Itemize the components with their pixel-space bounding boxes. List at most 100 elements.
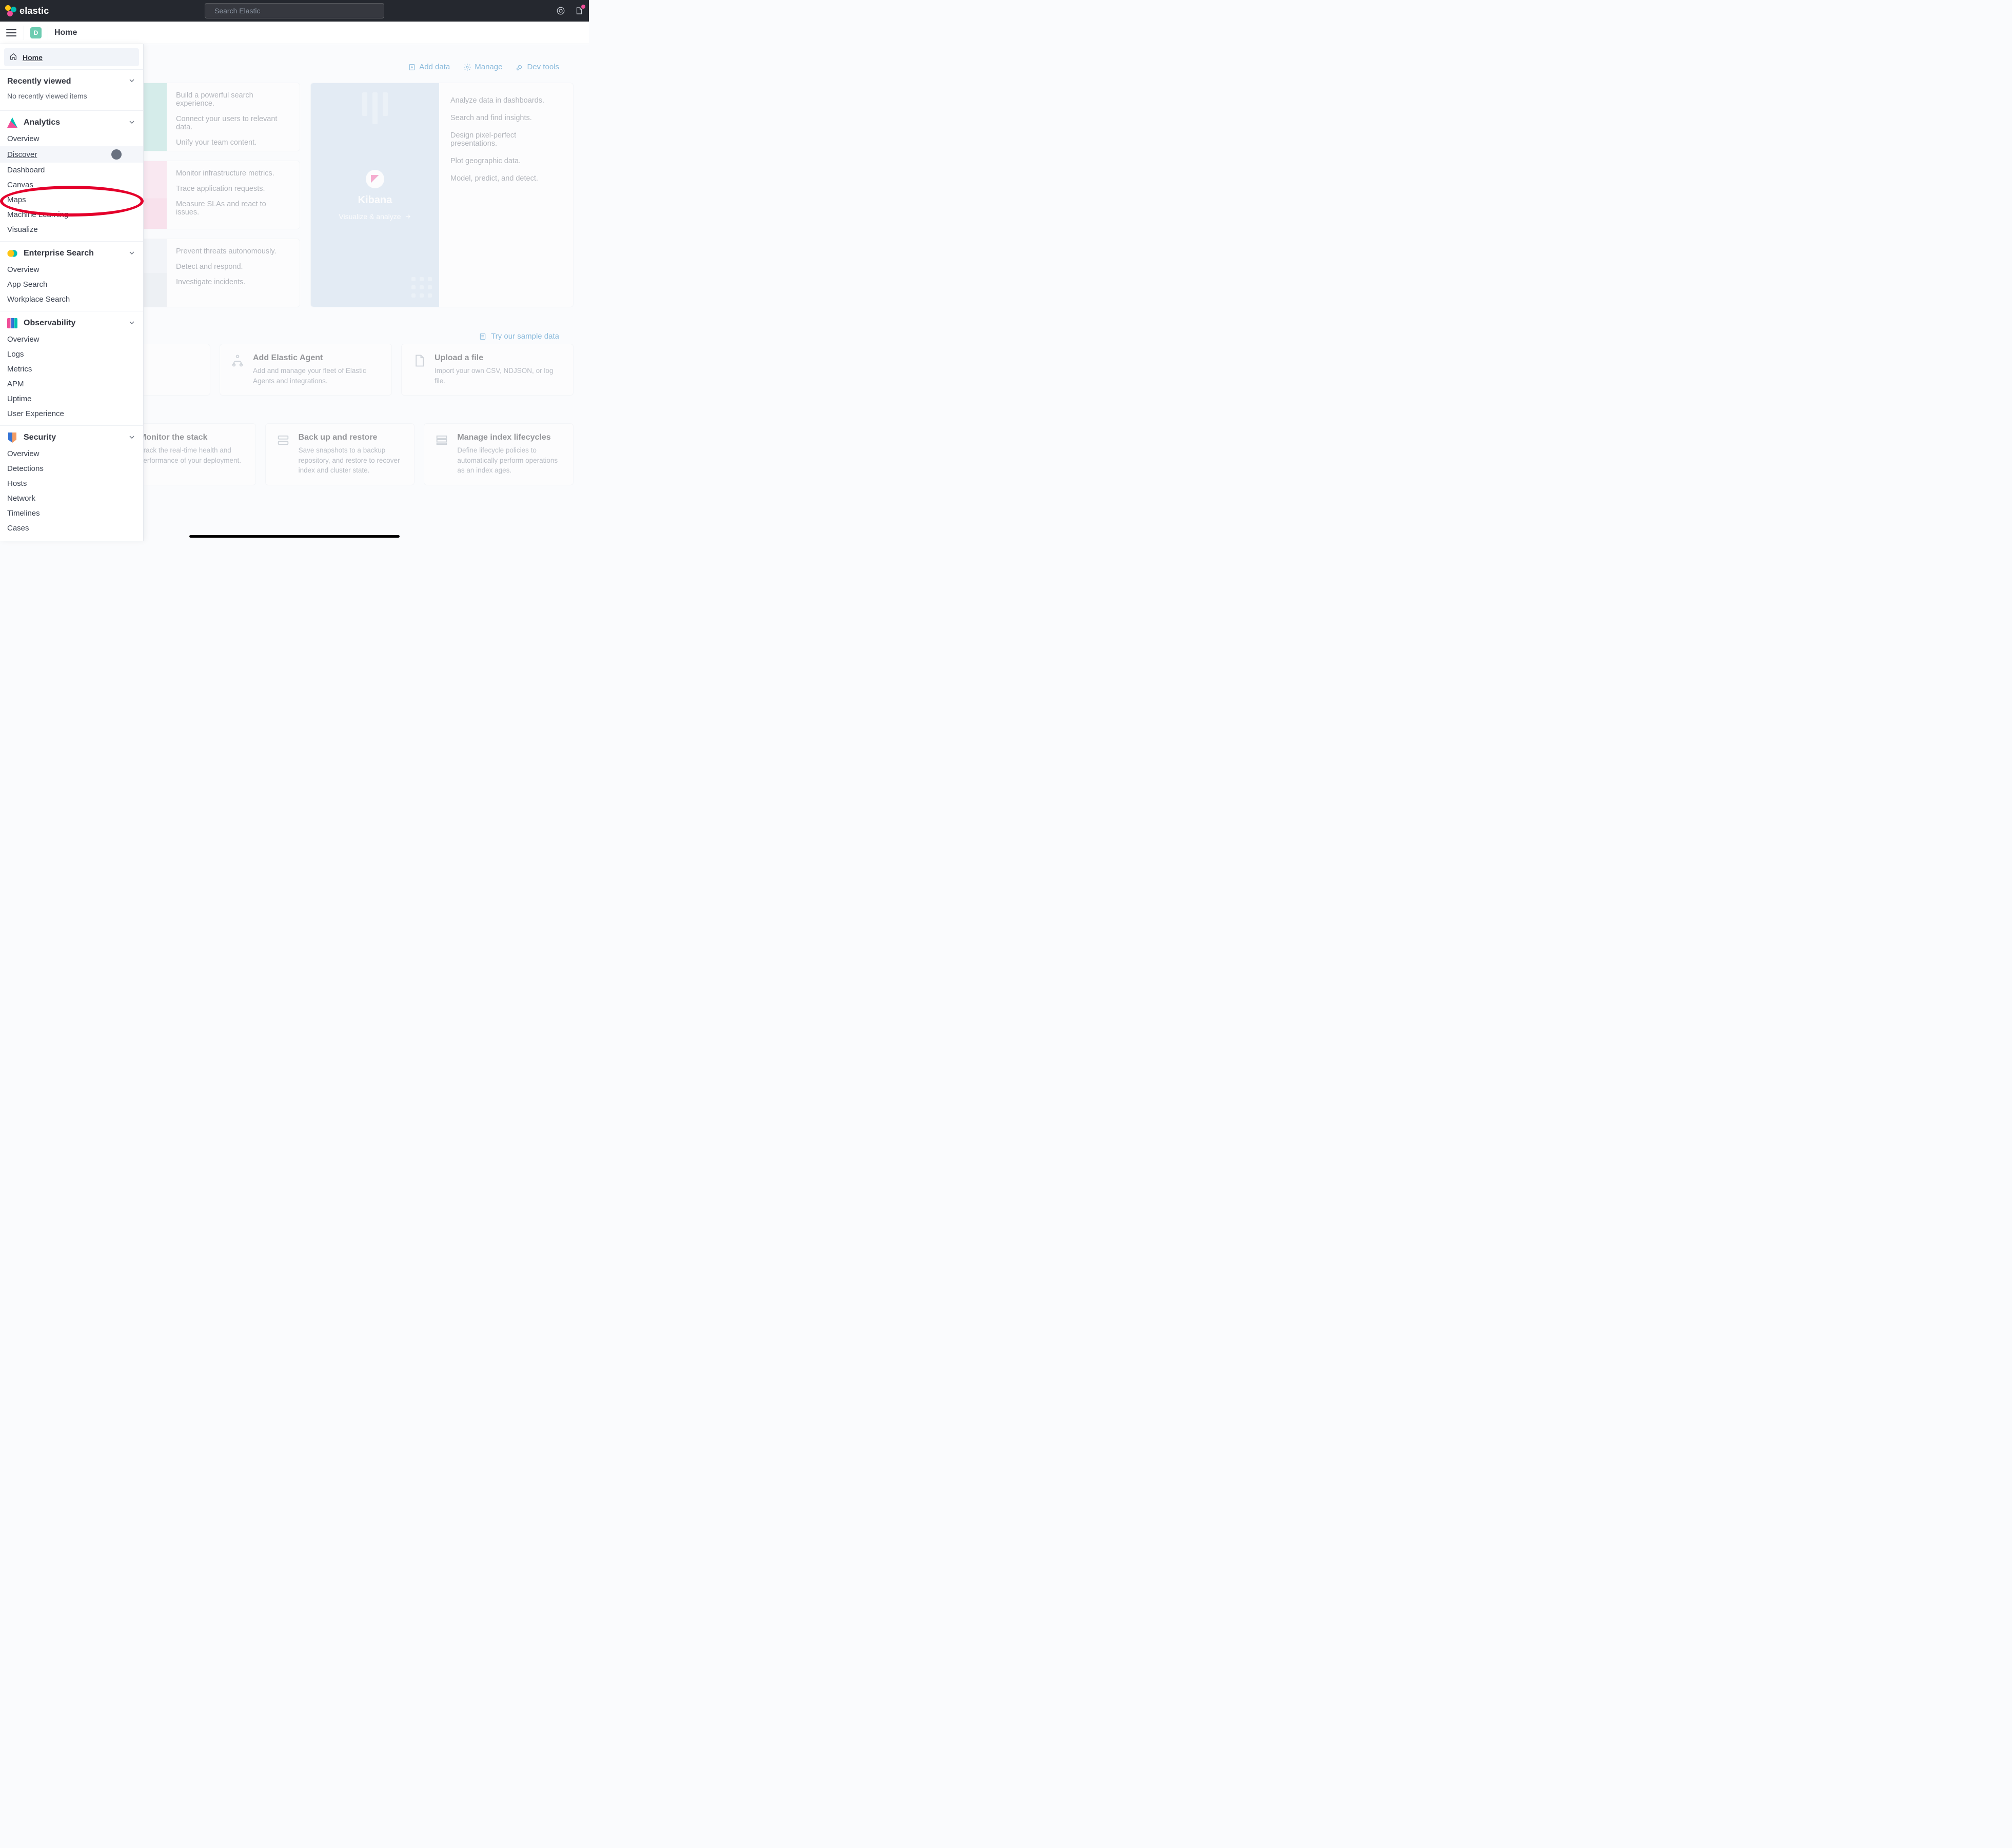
card-line: Analyze data in dashboards. <box>450 96 562 105</box>
nav-item-label: Maps <box>7 195 26 204</box>
nav-item-detections[interactable]: Detections <box>0 461 143 476</box>
global-search[interactable] <box>205 3 384 18</box>
nav-section-sec: Security Overview Detections Hosts Netwo… <box>0 425 143 540</box>
kibana-cta[interactable]: Visualize & analyze <box>339 212 411 221</box>
nav-item-label: Workplace Search <box>7 295 70 304</box>
nav-item-metrics[interactable]: Metrics <box>0 362 143 377</box>
nav-item-label: Network <box>7 494 35 503</box>
nav-item-uptime[interactable]: Uptime <box>0 391 143 406</box>
mgmt-tile-ilm[interactable]: Manage index lifecycles Define lifecycle… <box>424 423 574 485</box>
card-line: Search and find insights. <box>450 114 562 122</box>
nav-item-discover[interactable]: Discover <box>0 146 143 163</box>
nav-item-label: Machine Learning <box>7 210 68 219</box>
nav-section-recent: Recently viewed No recently viewed items <box>0 69 143 110</box>
nav-item-apm[interactable]: APM <box>0 377 143 391</box>
tile-title: Monitor the stack <box>140 433 245 442</box>
sub-header: D Home <box>0 22 589 44</box>
mgmt-tile-backup[interactable]: Back up and restore Save snapshots to a … <box>265 423 415 485</box>
nav-item-label: Hosts <box>7 479 27 488</box>
breadcrumb[interactable]: Home <box>54 28 77 37</box>
nav-item-workplace-search[interactable]: Workplace Search <box>0 292 143 307</box>
kibana-title: Kibana <box>358 194 392 206</box>
nav-toggle-button[interactable] <box>5 27 17 39</box>
space-selector[interactable]: D <box>30 27 42 38</box>
nav-section-toggle-recent[interactable]: Recently viewed <box>0 76 143 90</box>
elastic-logo[interactable]: elastic <box>5 5 49 16</box>
manage-link[interactable]: Manage <box>463 63 502 71</box>
nav-item-dashboard[interactable]: Dashboard <box>0 163 143 178</box>
home-icon <box>9 52 17 62</box>
elastic-wordmark: elastic <box>19 6 49 16</box>
ingest-tile-upload[interactable]: Upload a file Import your own CSV, NDJSO… <box>401 344 574 396</box>
upload-file-icon <box>412 353 426 368</box>
analytics-icon <box>7 117 17 128</box>
chevron-down-icon <box>128 118 136 128</box>
nav-section-toggle-sec[interactable]: Security <box>0 432 143 446</box>
nav-item-label: Overview <box>7 134 40 143</box>
try-sample-data-link[interactable]: Try our sample data <box>479 332 559 341</box>
nav-item-ml[interactable]: Machine Learning <box>0 207 143 222</box>
nav-item-cases[interactable]: Cases <box>0 521 143 536</box>
enterprise-search-icon <box>7 248 17 259</box>
dev-tools-link[interactable]: Dev tools <box>516 63 559 71</box>
kibana-cta-label: Visualize & analyze <box>339 212 401 221</box>
nav-item-label: Logs <box>7 350 24 359</box>
arrow-right-icon <box>404 213 411 220</box>
lifecycle-icon <box>435 433 449 447</box>
tile-desc: Import your own CSV, NDJSON, or log file… <box>435 366 563 386</box>
notification-dot <box>581 5 585 9</box>
nav-item-label: Visualize <box>7 225 38 234</box>
nav-section-toggle-analytics[interactable]: Analytics <box>0 117 143 131</box>
card-line: Model, predict, and detect. <box>450 174 562 183</box>
card-line: Detect and respond. <box>176 263 290 271</box>
nav-item-label: User Experience <box>7 409 64 418</box>
chevron-down-icon <box>128 319 136 328</box>
nav-item-logs[interactable]: Logs <box>0 347 143 362</box>
observability-icon <box>7 318 17 328</box>
nav-item-analytics-overview[interactable]: Overview <box>0 131 143 146</box>
tile-title: Upload a file <box>435 353 563 363</box>
nav-item-label: Discover <box>7 150 37 159</box>
nav-item-label: Canvas <box>7 181 33 189</box>
ingest-tile-agent[interactable]: Add Elastic Agent Add and manage your fl… <box>220 344 392 396</box>
nav-item-visualize[interactable]: Visualize <box>0 222 143 237</box>
elastic-logo-icon <box>5 5 16 16</box>
nav-item-app-search[interactable]: App Search <box>0 277 143 292</box>
nav-item-label: Overview <box>7 335 40 344</box>
chevron-down-icon <box>128 76 136 86</box>
card-line: Connect your users to relevant data. <box>176 115 290 131</box>
nav-section-title: Recently viewed <box>7 77 128 86</box>
nav-section-title: Analytics <box>24 118 122 127</box>
home-indicator-bar <box>189 535 400 538</box>
nav-item-canvas[interactable]: Canvas <box>0 178 143 192</box>
global-search-input[interactable] <box>214 7 379 15</box>
add-data-label: Add data <box>419 63 450 71</box>
nav-item-maps[interactable]: Maps <box>0 192 143 207</box>
tile-desc: Track the real-time health and performan… <box>140 445 245 465</box>
nav-item-label: App Search <box>7 280 47 289</box>
nav-section-toggle-obs[interactable]: Observability <box>0 318 143 332</box>
nav-item-network[interactable]: Network <box>0 491 143 506</box>
help-icon[interactable] <box>556 6 565 15</box>
card-line: Measure SLAs and react to issues. <box>176 200 290 217</box>
nav-item-es-overview[interactable]: Overview <box>0 262 143 277</box>
card-line: Plot geographic data. <box>450 157 562 165</box>
nav-item-hosts[interactable]: Hosts <box>0 476 143 491</box>
nav-section-analytics: Analytics Overview Discover Dashboard Ca… <box>0 110 143 241</box>
nav-item-timelines[interactable]: Timelines <box>0 506 143 521</box>
nav-item-obs-overview[interactable]: Overview <box>0 332 143 347</box>
nav-section-toggle-es[interactable]: Enterprise Search <box>0 248 143 262</box>
nav-item-label: Overview <box>7 449 40 458</box>
add-data-link[interactable]: Add data <box>408 63 450 71</box>
nav-home[interactable]: Home <box>4 48 139 66</box>
newsfeed-icon[interactable] <box>575 6 584 15</box>
solution-card-kibana[interactable]: Kibana Visualize & analyze Analyze data … <box>310 83 574 307</box>
document-icon <box>479 332 487 341</box>
nav-item-ux[interactable]: User Experience <box>0 406 143 421</box>
card-line: Monitor infrastructure metrics. <box>176 169 290 178</box>
recent-empty-text: No recently viewed items <box>0 90 143 106</box>
decorative-bars <box>362 92 388 124</box>
tile-desc: Save snapshots to a backup repository, a… <box>299 445 404 476</box>
try-sample-data-label: Try our sample data <box>491 332 559 341</box>
nav-item-sec-overview[interactable]: Overview <box>0 446 143 461</box>
